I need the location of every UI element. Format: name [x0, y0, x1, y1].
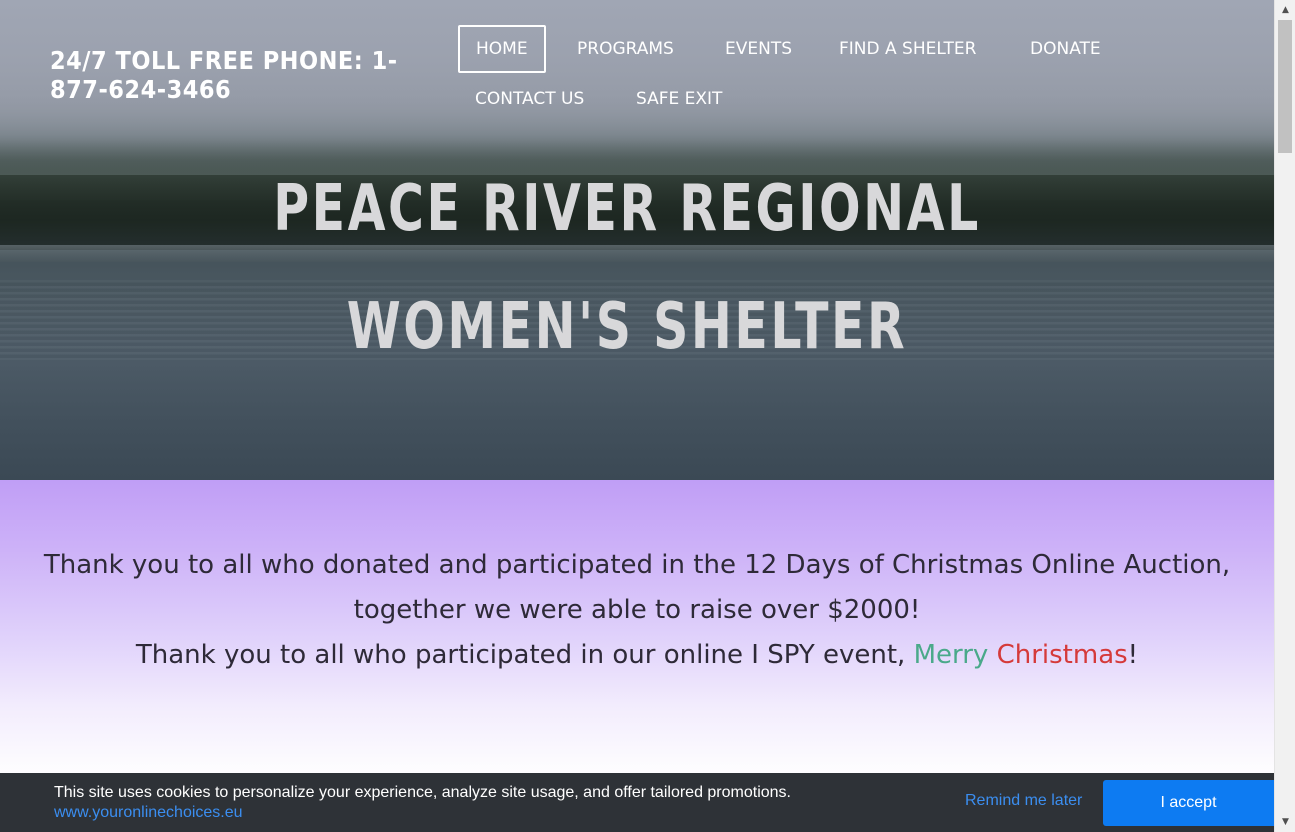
scrollbar-thumb[interactable] [1278, 20, 1292, 153]
vertical-scrollbar[interactable]: ▲ ▼ [1274, 0, 1295, 832]
merry-word: Merry [913, 640, 989, 670]
cookie-banner: This site uses cookies to personalize yo… [0, 773, 1274, 832]
cookie-message: This site uses cookies to personalize yo… [54, 784, 791, 801]
nav-contact-us[interactable]: CONTACT US [459, 75, 600, 123]
page-title-line1: PEACE RIVER REGIONAL [273, 172, 981, 246]
page-title: PEACE RIVER REGIONAL WOMEN'S SHELTER [0, 150, 1254, 386]
toll-free-phone: 24/7 TOLL FREE PHONE: 1-877-624-3466 [50, 46, 398, 104]
page-title-line2: WOMEN'S SHELTER [346, 290, 908, 364]
scroll-up-arrow-icon[interactable]: ▲ [1275, 0, 1295, 20]
ispy-thanks-prefix: Thank you to all who participated in our… [135, 640, 914, 670]
accept-cookies-button[interactable]: I accept [1103, 780, 1274, 826]
page: 24/7 TOLL FREE PHONE: 1-877-624-3466 HOM… [0, 0, 1274, 832]
nav-events[interactable]: EVENTS [709, 25, 808, 73]
nav-safe-exit[interactable]: SAFE EXIT [620, 75, 738, 123]
nav-home[interactable]: HOME [458, 25, 546, 73]
youronlinechoices-link[interactable]: www.youronlinechoices.eu [54, 803, 243, 823]
christmas-word: Christmas [996, 640, 1128, 670]
hero-banner: 24/7 TOLL FREE PHONE: 1-877-624-3466 HOM… [0, 0, 1274, 480]
exclaim-mark: ! [1127, 640, 1139, 670]
scroll-down-arrow-icon[interactable]: ▼ [1275, 812, 1295, 832]
nav-donate[interactable]: DONATE [1014, 25, 1117, 73]
ispy-thanks-text: Thank you to all who participated in our… [20, 633, 1254, 678]
remind-me-later-button[interactable]: Remind me later [965, 791, 1082, 811]
nav-programs[interactable]: PROGRAMS [561, 25, 690, 73]
auction-thanks-text: Thank you to all who donated and partici… [43, 550, 1231, 625]
nav-find-a-shelter[interactable]: FIND A SHELTER [823, 25, 992, 73]
